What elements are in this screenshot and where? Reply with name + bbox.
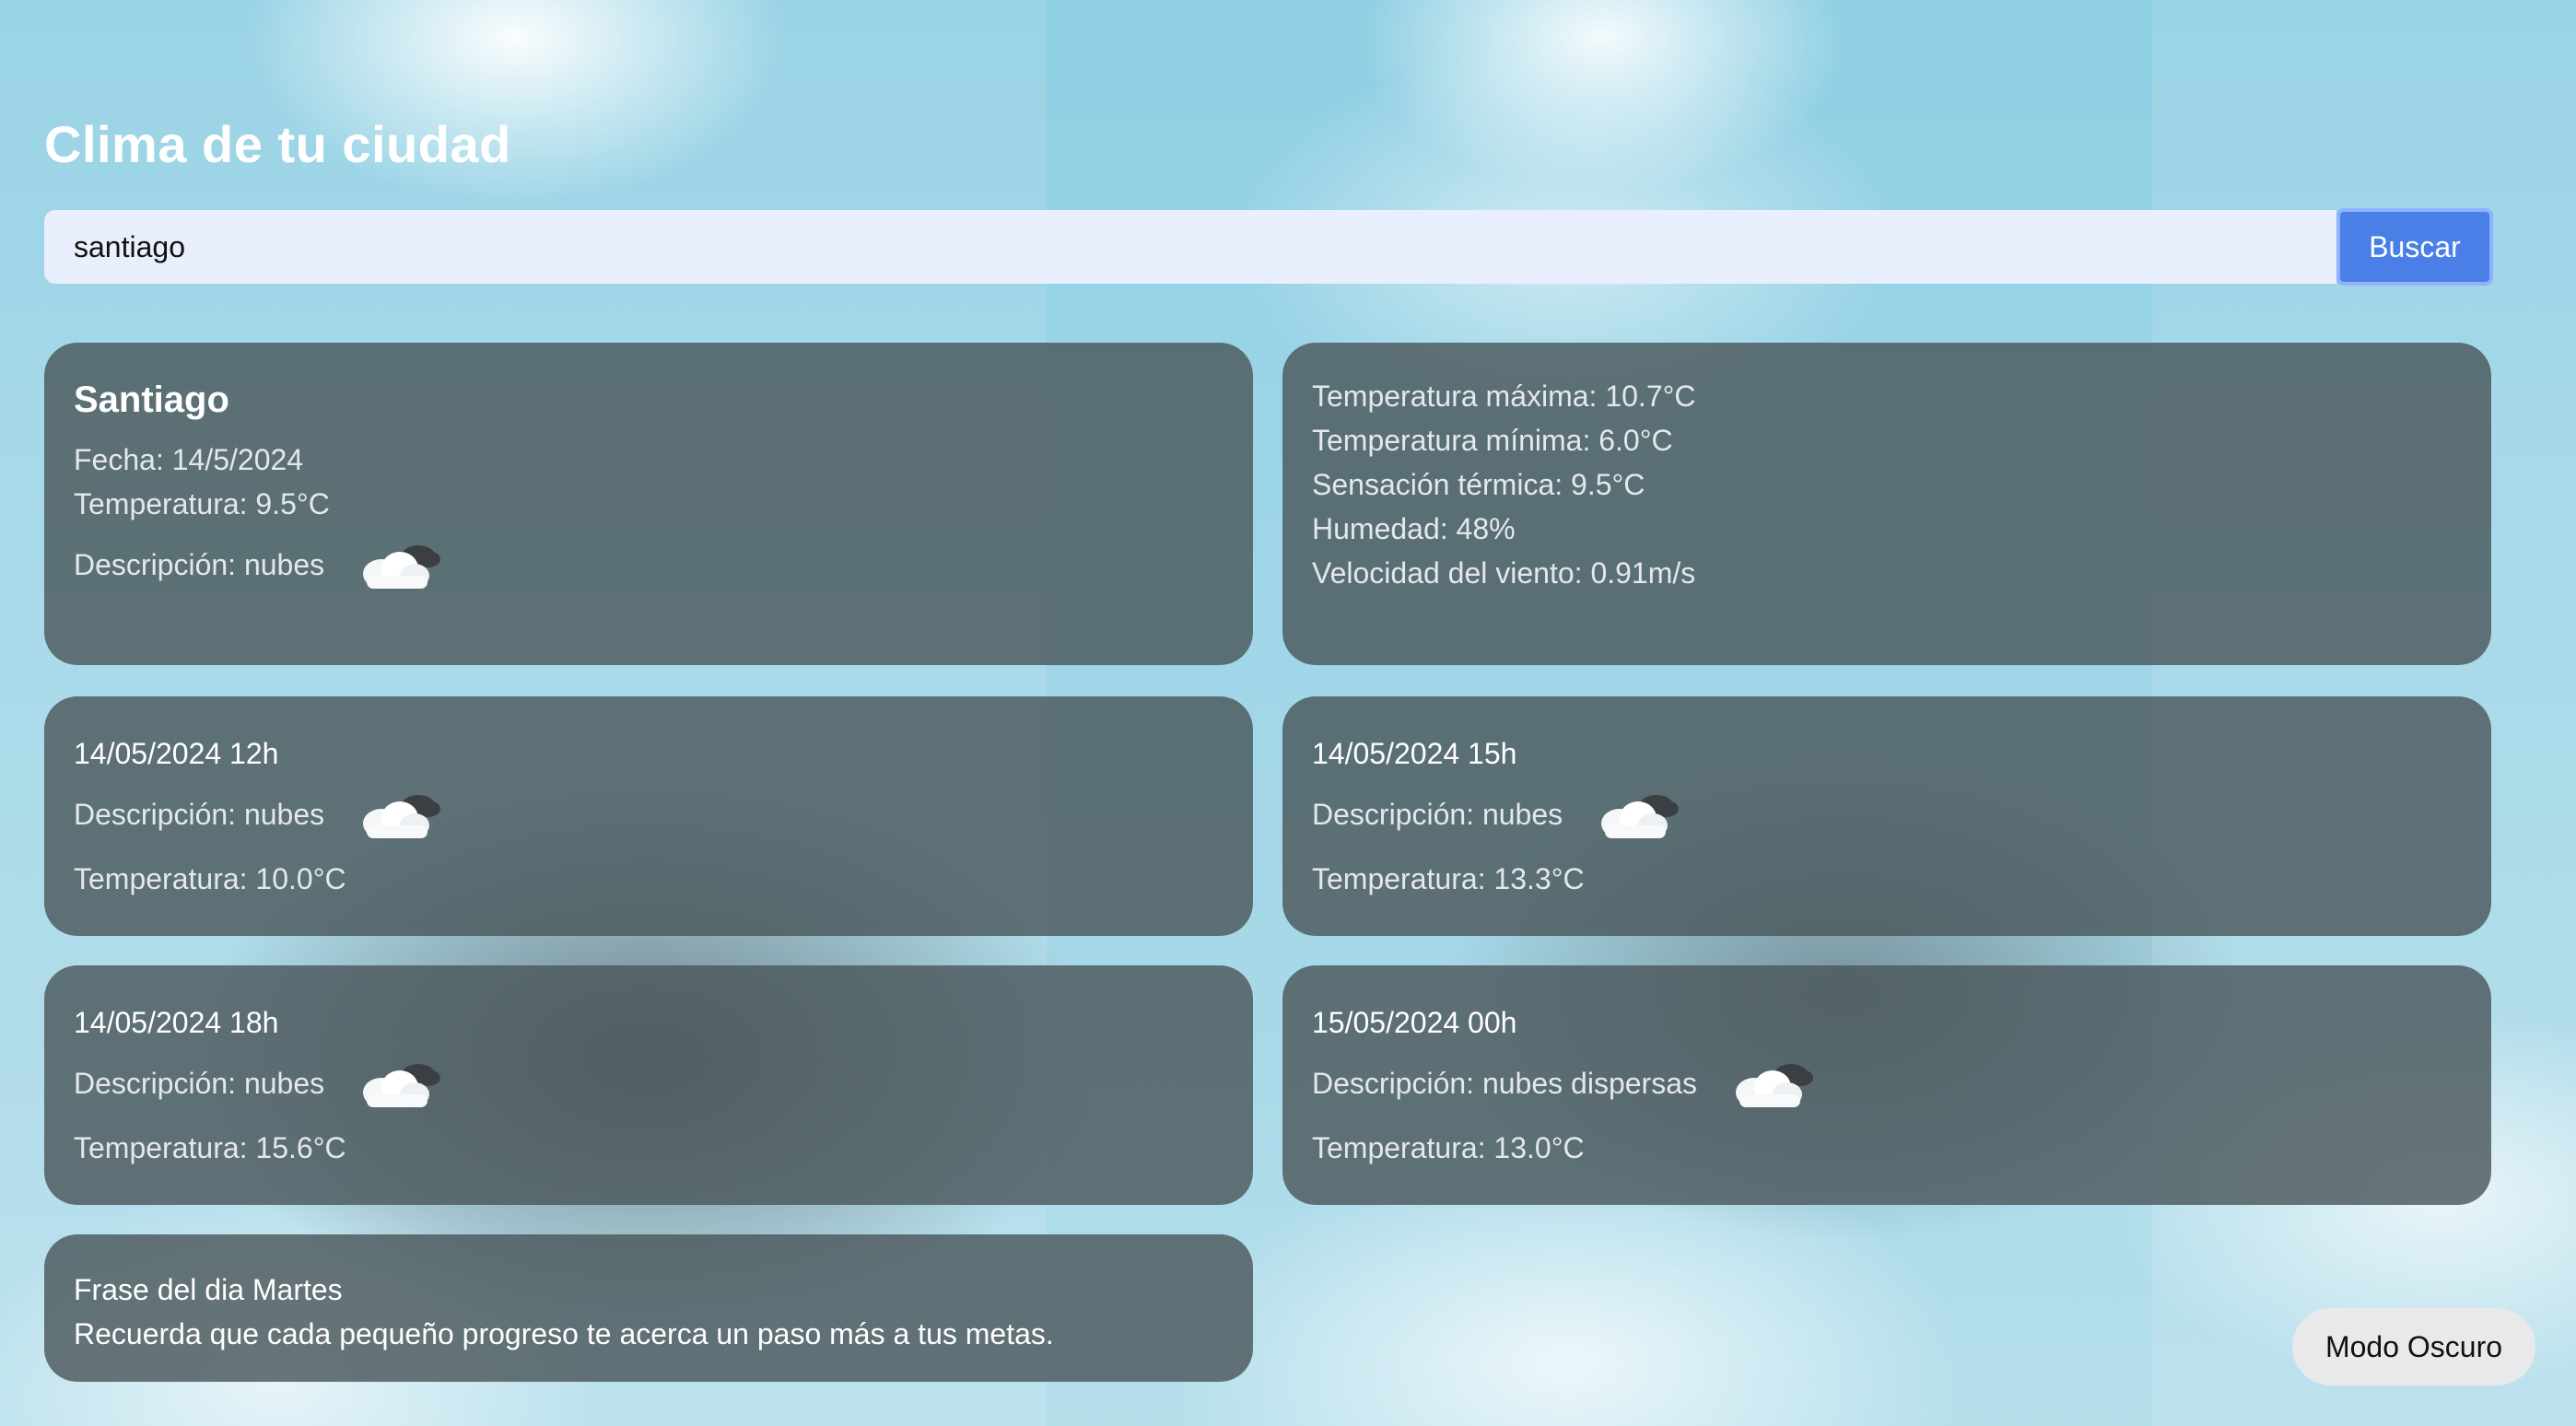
cloud-icon bbox=[363, 1064, 441, 1107]
weather-details-card: Temperatura máxima: 10.7°C Temperatura m… bbox=[1282, 343, 2491, 665]
forecast-datetime: 14/05/2024 18h bbox=[74, 1006, 279, 1039]
feels-like: Sensación térmica: 9.5°C bbox=[1312, 468, 1645, 501]
forecast-description: Descripción: nubes bbox=[74, 797, 325, 831]
forecast-card: 14/05/2024 12h Descripción: nubes Temper… bbox=[44, 696, 1253, 936]
search-button[interactable]: Buscar bbox=[2336, 208, 2493, 286]
min-temperature: Temperatura mínima: 6.0°C bbox=[1312, 424, 1673, 457]
cloud-icon bbox=[1601, 795, 1680, 838]
wind-speed: Velocidad del viento: 0.91m/s bbox=[1312, 556, 1696, 590]
dark-mode-toggle-button[interactable]: Modo Oscuro bbox=[2292, 1308, 2535, 1385]
forecast-card: 14/05/2024 18h Descripción: nubes Temper… bbox=[44, 965, 1253, 1205]
page-title: Clima de tu ciudad bbox=[44, 115, 511, 173]
cloud-icon bbox=[1735, 1064, 1813, 1107]
max-temperature: Temperatura máxima: 10.7°C bbox=[1312, 380, 1696, 413]
forecast-datetime: 14/05/2024 12h bbox=[74, 737, 279, 770]
current-date: Fecha: 14/5/2024 bbox=[74, 443, 304, 476]
forecast-description: Descripción: nubes bbox=[74, 1066, 325, 1100]
daily-quote-card: Frase del dia Martes Recuerda que cada p… bbox=[44, 1234, 1253, 1382]
quote-text: Recuerda que cada pequeño progreso te ac… bbox=[74, 1317, 1054, 1350]
forecast-description-row: Descripción: nubes bbox=[74, 1054, 1224, 1113]
current-temperature: Temperatura: 9.5°C bbox=[74, 487, 330, 520]
forecast-description-row: Descripción: nubes dispersas bbox=[1312, 1054, 2462, 1113]
current-description: Descripción: nubes bbox=[74, 547, 325, 581]
city-search-input[interactable] bbox=[44, 210, 2336, 284]
forecast-description-row: Descripción: nubes bbox=[1312, 785, 2462, 844]
quote-title: Frase del dia Martes bbox=[74, 1273, 343, 1306]
city-name: Santiago bbox=[74, 380, 229, 420]
cloud-icon bbox=[363, 795, 441, 838]
forecast-temperature: Temperatura: 15.6°C bbox=[74, 1131, 346, 1164]
forecast-card: 14/05/2024 15h Descripción: nubes Temper… bbox=[1282, 696, 2491, 936]
current-description-row: Descripción: nubes bbox=[74, 535, 1224, 594]
forecast-description-row: Descripción: nubes bbox=[74, 785, 1224, 844]
cloud-icon bbox=[363, 545, 441, 589]
forecast-card: 15/05/2024 00h Descripción: nubes disper… bbox=[1282, 965, 2491, 1205]
forecast-temperature: Temperatura: 13.3°C bbox=[1312, 862, 1585, 895]
forecast-datetime: 15/05/2024 00h bbox=[1312, 1006, 1517, 1039]
current-weather-card: Santiago Fecha: 14/5/2024 Temperatura: 9… bbox=[44, 343, 1253, 665]
forecast-description: Descripción: nubes bbox=[1312, 797, 1563, 831]
forecast-datetime: 14/05/2024 15h bbox=[1312, 737, 1517, 770]
forecast-temperature: Temperatura: 13.0°C bbox=[1312, 1131, 1585, 1164]
forecast-temperature: Temperatura: 10.0°C bbox=[74, 862, 346, 895]
forecast-description: Descripción: nubes dispersas bbox=[1312, 1066, 1697, 1100]
humidity: Humedad: 48% bbox=[1312, 512, 1516, 545]
